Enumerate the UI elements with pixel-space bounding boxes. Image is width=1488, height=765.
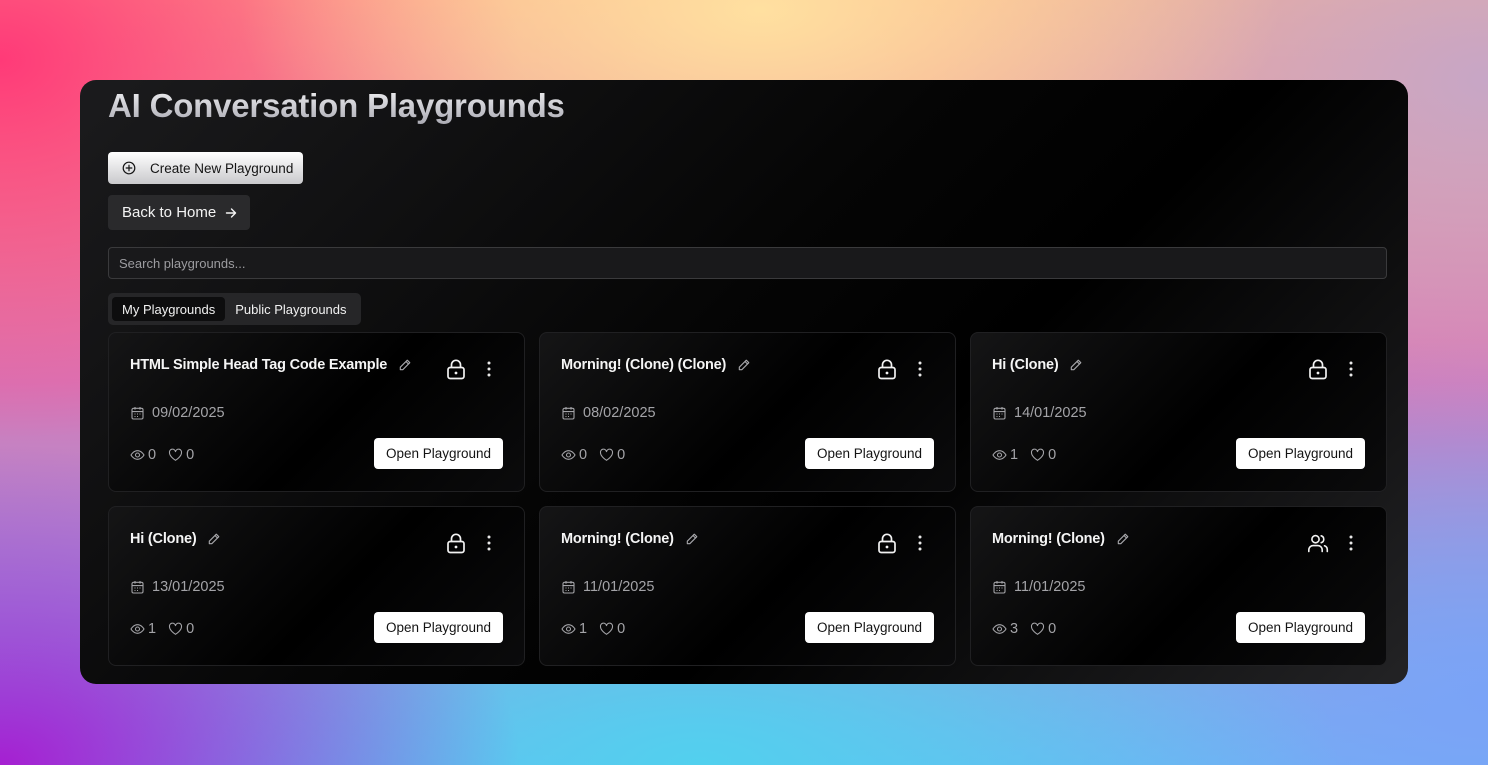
heart-icon[interactable]: [168, 622, 183, 636]
plus-circle-icon: [122, 161, 136, 175]
card-title: Morning! (Clone): [992, 531, 1105, 547]
tab-my-playgrounds[interactable]: My Playgrounds: [112, 297, 226, 321]
calendar-icon: [562, 580, 575, 594]
likes-count: 0: [186, 447, 195, 463]
card-title: Morning! (Clone) (Clone): [561, 357, 727, 373]
more-vertical-icon[interactable]: [912, 359, 928, 379]
open-playground-button[interactable]: Open Playground: [805, 438, 934, 469]
pencil-icon[interactable]: [737, 358, 751, 372]
calendar-icon: [993, 580, 1006, 594]
open-playground-button[interactable]: Open Playground: [1236, 438, 1365, 469]
card-stats: 0 0: [561, 447, 625, 463]
playground-card: Morning! (Clone) 11/01/2025: [539, 506, 956, 666]
pencil-icon[interactable]: [685, 532, 699, 546]
views-count: 0: [148, 447, 157, 463]
eye-icon: [561, 448, 576, 462]
lock-icon: [445, 358, 467, 380]
playground-card: Hi (Clone) 13/01/2025 1 0 Open Playgroun…: [108, 506, 525, 666]
pencil-icon[interactable]: [398, 358, 412, 372]
card-date: 13/01/2025: [131, 579, 225, 595]
calendar-icon: [562, 406, 575, 420]
main-panel: AI Conversation Playgrounds Create New P…: [80, 80, 1408, 684]
lock-icon: [876, 532, 898, 554]
pencil-icon[interactable]: [207, 532, 221, 546]
card-stats: 1 0: [130, 621, 194, 637]
back-to-home-label: Back to Home: [122, 204, 217, 221]
card-stats: 0 0: [130, 447, 194, 463]
open-playground-button[interactable]: Open Playground: [1236, 612, 1365, 643]
likes-count: 0: [186, 621, 195, 637]
lock-icon: [876, 358, 898, 380]
card-date: 08/02/2025: [562, 405, 656, 421]
card-title: HTML Simple Head Tag Code Example: [130, 357, 388, 373]
pencil-icon[interactable]: [1069, 358, 1083, 372]
views-count: 1: [148, 621, 157, 637]
card-stats: 3 0: [992, 621, 1056, 637]
likes-count: 0: [617, 621, 626, 637]
create-playground-button[interactable]: Create New Playground: [108, 152, 303, 184]
heart-icon[interactable]: [599, 448, 614, 462]
arrow-right-icon: [224, 206, 238, 220]
lock-icon: [445, 532, 467, 554]
likes-count: 0: [1048, 621, 1057, 637]
playground-card: Morning! (Clone) (Clone) 08/02/2025 0 0 …: [539, 332, 956, 492]
date-text: 11/01/2025: [583, 579, 655, 595]
card-title: Hi (Clone): [130, 531, 197, 547]
more-vertical-icon[interactable]: [481, 533, 497, 553]
playground-card: HTML Simple Head Tag Code Example 09/02/…: [108, 332, 525, 492]
more-vertical-icon[interactable]: [481, 359, 497, 379]
views-count: 1: [579, 621, 588, 637]
eye-icon: [992, 448, 1007, 462]
calendar-icon: [993, 406, 1006, 420]
more-vertical-icon[interactable]: [1343, 533, 1359, 553]
create-playground-label: Create New Playground: [150, 160, 294, 176]
card-title: Hi (Clone): [992, 357, 1059, 373]
playground-grid: HTML Simple Head Tag Code Example 09/02/…: [108, 332, 1387, 666]
open-playground-button[interactable]: Open Playground: [805, 612, 934, 643]
more-vertical-icon[interactable]: [912, 533, 928, 553]
date-text: 14/01/2025: [1014, 405, 1087, 421]
eye-icon: [130, 622, 145, 636]
eye-icon: [992, 622, 1007, 636]
likes-count: 0: [1048, 447, 1057, 463]
search-input[interactable]: [108, 247, 1387, 279]
page-title: AI Conversation Playgrounds: [108, 87, 565, 124]
playground-card: Hi (Clone) 14/01/2025 1 0 Open Playgroun…: [970, 332, 1387, 492]
views-count: 0: [579, 447, 588, 463]
playground-card: Morning! (Clone) 11/01/2025: [970, 506, 1387, 666]
views-count: 1: [1010, 447, 1019, 463]
date-text: 11/01/2025: [1014, 579, 1086, 595]
card-date: 09/02/2025: [131, 405, 225, 421]
lock-icon: [1307, 358, 1329, 380]
heart-icon[interactable]: [168, 448, 183, 462]
likes-count: 0: [617, 447, 626, 463]
calendar-icon: [131, 406, 144, 420]
views-count: 3: [1010, 621, 1019, 637]
card-date: 14/01/2025: [993, 405, 1087, 421]
open-playground-button[interactable]: Open Playground: [374, 438, 503, 469]
heart-icon[interactable]: [599, 622, 614, 636]
card-date: 11/01/2025: [993, 579, 1086, 595]
date-text: 09/02/2025: [152, 405, 225, 421]
heart-icon[interactable]: [1030, 448, 1045, 462]
playground-tabs: My Playgrounds Public Playgrounds: [108, 293, 361, 325]
pencil-icon[interactable]: [1116, 532, 1130, 546]
eye-icon: [130, 448, 145, 462]
open-playground-button[interactable]: Open Playground: [374, 612, 503, 643]
card-stats: 1 0: [992, 447, 1056, 463]
date-text: 13/01/2025: [152, 579, 225, 595]
date-text: 08/02/2025: [583, 405, 656, 421]
users-icon: [1307, 532, 1329, 554]
eye-icon: [561, 622, 576, 636]
card-title: Morning! (Clone): [561, 531, 674, 547]
card-stats: 1 0: [561, 621, 625, 637]
more-vertical-icon[interactable]: [1343, 359, 1359, 379]
back-to-home-button[interactable]: Back to Home: [108, 195, 250, 230]
heart-icon[interactable]: [1030, 622, 1045, 636]
tab-public-playgrounds[interactable]: Public Playgrounds: [225, 297, 356, 321]
calendar-icon: [131, 580, 144, 594]
card-date: 11/01/2025: [562, 579, 655, 595]
